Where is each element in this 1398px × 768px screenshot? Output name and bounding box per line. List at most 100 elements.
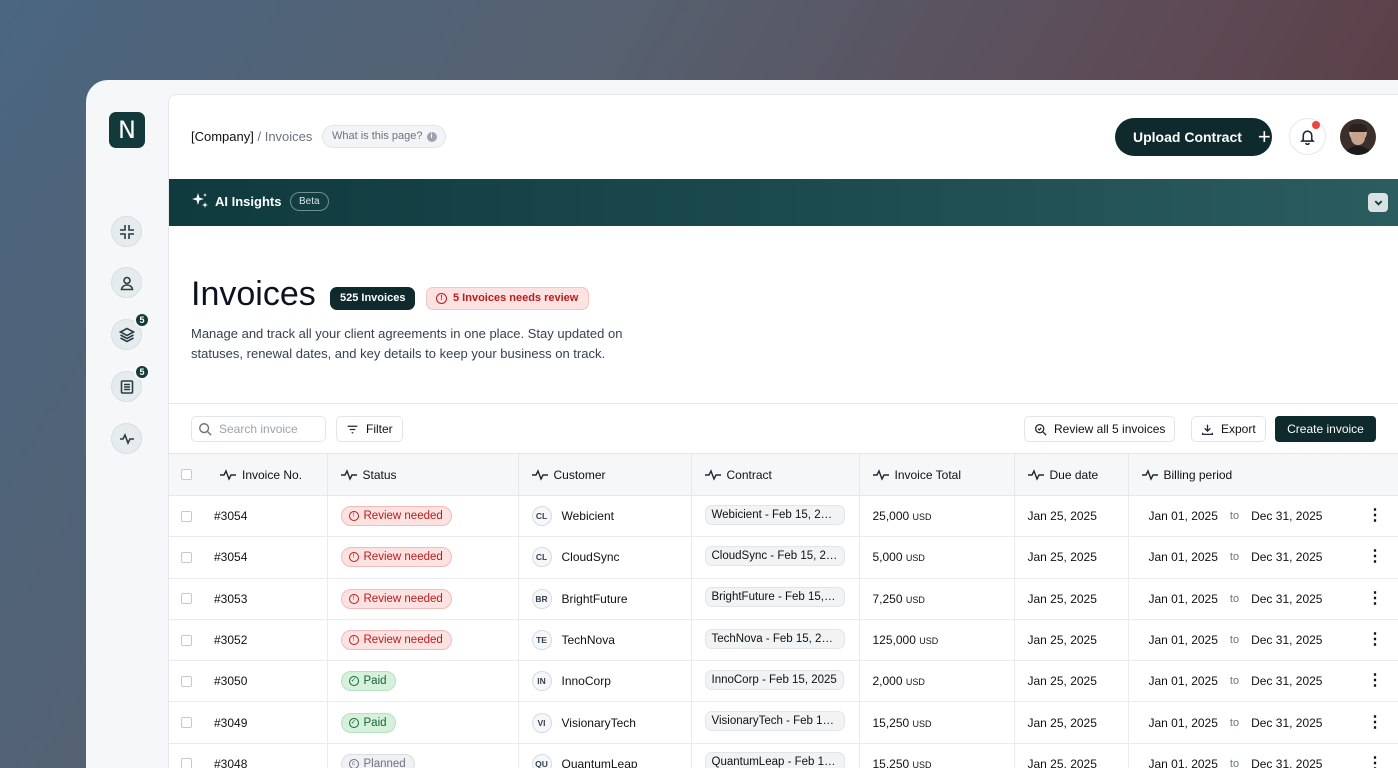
user-avatar[interactable] bbox=[1340, 119, 1376, 155]
select-all-checkbox[interactable] bbox=[181, 469, 192, 480]
export-label: Export bbox=[1221, 422, 1256, 436]
period-end: Dec 31, 2025 bbox=[1251, 674, 1323, 689]
row-menu-icon[interactable]: ⋮ bbox=[1367, 632, 1398, 648]
activity-icon bbox=[119, 432, 134, 445]
sidebar-item-activity[interactable] bbox=[111, 423, 142, 454]
contract-chip[interactable]: QuantumLeap - Feb 15, 2025 bbox=[704, 752, 845, 768]
invoice-number[interactable]: #3054 bbox=[214, 550, 247, 564]
row-menu-icon[interactable]: ⋮ bbox=[1367, 549, 1398, 565]
customer-avatar: CL bbox=[531, 506, 552, 527]
table-row[interactable]: #3048 c Planned QU QuantumLeap QuantumLe… bbox=[169, 743, 1398, 768]
plus-icon: + bbox=[1257, 124, 1271, 149]
period-start: Jan 01, 2025 bbox=[1148, 550, 1218, 565]
status-label: Review needed bbox=[363, 634, 443, 647]
review-search-icon bbox=[1034, 423, 1047, 436]
row-checkbox[interactable] bbox=[181, 717, 192, 729]
customer-name[interactable]: CloudSync bbox=[562, 550, 620, 564]
table-row[interactable]: #3052 ! Review needed TE TechNova TechNo… bbox=[169, 619, 1398, 662]
sidebar-item-layers[interactable]: 5 bbox=[111, 312, 150, 350]
row-checkbox[interactable] bbox=[181, 634, 192, 646]
customer-name[interactable]: VisionaryTech bbox=[562, 716, 636, 730]
status-icon: ! bbox=[348, 635, 359, 646]
activity-icon bbox=[704, 468, 721, 481]
row-menu-icon[interactable]: ⋮ bbox=[1367, 673, 1398, 689]
customer-name[interactable]: Webicient bbox=[562, 509, 614, 523]
layers-icon bbox=[118, 327, 135, 342]
customer-name[interactable]: BrightFuture bbox=[562, 592, 628, 606]
status-badge: ! Review needed bbox=[340, 547, 452, 568]
contract-chip[interactable]: VisionaryTech - Feb 15, 2025 bbox=[704, 711, 845, 732]
customer-name[interactable]: QuantumLeap bbox=[562, 757, 638, 768]
column-label: Billing period bbox=[1163, 467, 1233, 482]
search-input[interactable] bbox=[219, 422, 319, 436]
column-header-due-date[interactable]: Due date bbox=[1014, 453, 1129, 496]
table-row[interactable]: #3053 ! Review needed BR BrightFuture Br… bbox=[169, 578, 1398, 620]
row-menu-icon[interactable]: ⋮ bbox=[1367, 755, 1398, 768]
row-checkbox[interactable] bbox=[181, 593, 192, 605]
contract-chip[interactable]: TechNova - Feb 15, 2025 bbox=[704, 628, 845, 649]
ai-insights-toggle[interactable] bbox=[1368, 193, 1388, 212]
review-all-label: Review all 5 invoices bbox=[1054, 422, 1166, 436]
customer-avatar: TE bbox=[531, 630, 552, 651]
column-header-billing-period[interactable]: Billing period bbox=[1128, 453, 1398, 496]
sidebar: N 5 5 bbox=[86, 80, 168, 768]
column-header-status[interactable]: Status bbox=[327, 453, 519, 496]
contract-chip[interactable]: InnoCorp - Feb 15, 2025 bbox=[704, 669, 844, 690]
sidebar-item-collapse[interactable] bbox=[111, 216, 142, 247]
page-description: Manage and track all your client agreeme… bbox=[191, 326, 623, 361]
table-row[interactable]: #3049 ✓ Paid VI VisionaryTech VisionaryT… bbox=[169, 701, 1398, 744]
filter-button[interactable]: Filter bbox=[336, 416, 403, 442]
customer-name[interactable]: TechNova bbox=[562, 633, 615, 647]
table-row[interactable]: #3054 ! Review needed CL Webicient Webic… bbox=[169, 495, 1398, 538]
column-header-contract[interactable]: Contract bbox=[691, 453, 860, 496]
table-row[interactable]: #3050 ✓ Paid IN InnoCorp InnoCorp - Feb … bbox=[169, 660, 1398, 703]
column-header-invoice-no[interactable]: Invoice No. bbox=[169, 453, 328, 496]
row-checkbox[interactable] bbox=[181, 675, 192, 687]
column-label: Invoice Total bbox=[894, 467, 962, 482]
export-button[interactable]: Export bbox=[1191, 416, 1266, 442]
app-logo[interactable]: N bbox=[109, 112, 145, 148]
row-checkbox[interactable] bbox=[181, 510, 192, 522]
breadcrumb-company[interactable]: [Company] bbox=[191, 129, 254, 144]
column-header-invoice-total[interactable]: Invoice Total bbox=[859, 453, 1015, 496]
currency-label: USD bbox=[919, 636, 939, 647]
status-icon: c bbox=[348, 758, 359, 768]
sidebar-item-user[interactable] bbox=[111, 267, 142, 298]
row-menu-icon[interactable]: ⋮ bbox=[1367, 714, 1398, 731]
ai-insights-title: AI Insights bbox=[215, 194, 282, 209]
upload-contract-button[interactable]: Upload Contract + bbox=[1115, 118, 1272, 156]
invoice-number[interactable]: #3054 bbox=[214, 509, 247, 523]
ai-insights-bar[interactable]: AI Insights Beta bbox=[169, 179, 1398, 226]
what-is-this-page-label: What is this page? bbox=[332, 130, 423, 142]
invoice-number[interactable]: #3053 bbox=[214, 592, 247, 606]
contract-chip[interactable]: BrightFuture - Feb 15, 2025 bbox=[704, 587, 845, 608]
status-icon: ✓ bbox=[348, 676, 359, 687]
needs-review-badge[interactable]: ! 5 Invoices needs review bbox=[426, 287, 590, 310]
search-box[interactable] bbox=[191, 416, 326, 442]
row-checkbox[interactable] bbox=[181, 551, 192, 563]
row-menu-icon[interactable]: ⋮ bbox=[1367, 590, 1398, 607]
table-row[interactable]: #3054 ! Review needed CL CloudSync Cloud… bbox=[169, 536, 1398, 579]
period-to-label: to bbox=[1229, 757, 1240, 768]
create-invoice-button[interactable]: Create invoice bbox=[1275, 416, 1376, 442]
contract-chip[interactable]: CloudSync - Feb 15, 2025 bbox=[704, 545, 845, 566]
sidebar-item-documents[interactable]: 5 bbox=[111, 364, 150, 402]
row-checkbox[interactable] bbox=[181, 758, 192, 768]
invoice-total: 2,000 bbox=[872, 674, 903, 689]
what-is-this-page-button[interactable]: What is this page? i bbox=[322, 125, 446, 148]
contract-chip[interactable]: Webicient - Feb 15, 2025 bbox=[704, 504, 845, 525]
invoice-number[interactable]: #3048 bbox=[214, 757, 247, 768]
column-header-customer[interactable]: Customer bbox=[518, 453, 692, 496]
chevron-down-icon bbox=[1374, 200, 1382, 206]
period-start: Jan 01, 2025 bbox=[1148, 509, 1218, 524]
breadcrumb-current: Invoices bbox=[264, 129, 313, 144]
invoice-number[interactable]: #3049 bbox=[214, 716, 247, 730]
avatar-hair bbox=[1349, 124, 1367, 132]
invoice-number[interactable]: #3052 bbox=[214, 633, 247, 647]
status-label: Review needed bbox=[363, 592, 443, 605]
notifications-button[interactable] bbox=[1289, 118, 1326, 155]
customer-name[interactable]: InnoCorp bbox=[562, 674, 611, 688]
row-menu-icon[interactable]: ⋮ bbox=[1367, 508, 1398, 524]
invoice-number[interactable]: #3050 bbox=[214, 674, 247, 688]
review-all-button[interactable]: Review all 5 invoices bbox=[1024, 416, 1176, 442]
